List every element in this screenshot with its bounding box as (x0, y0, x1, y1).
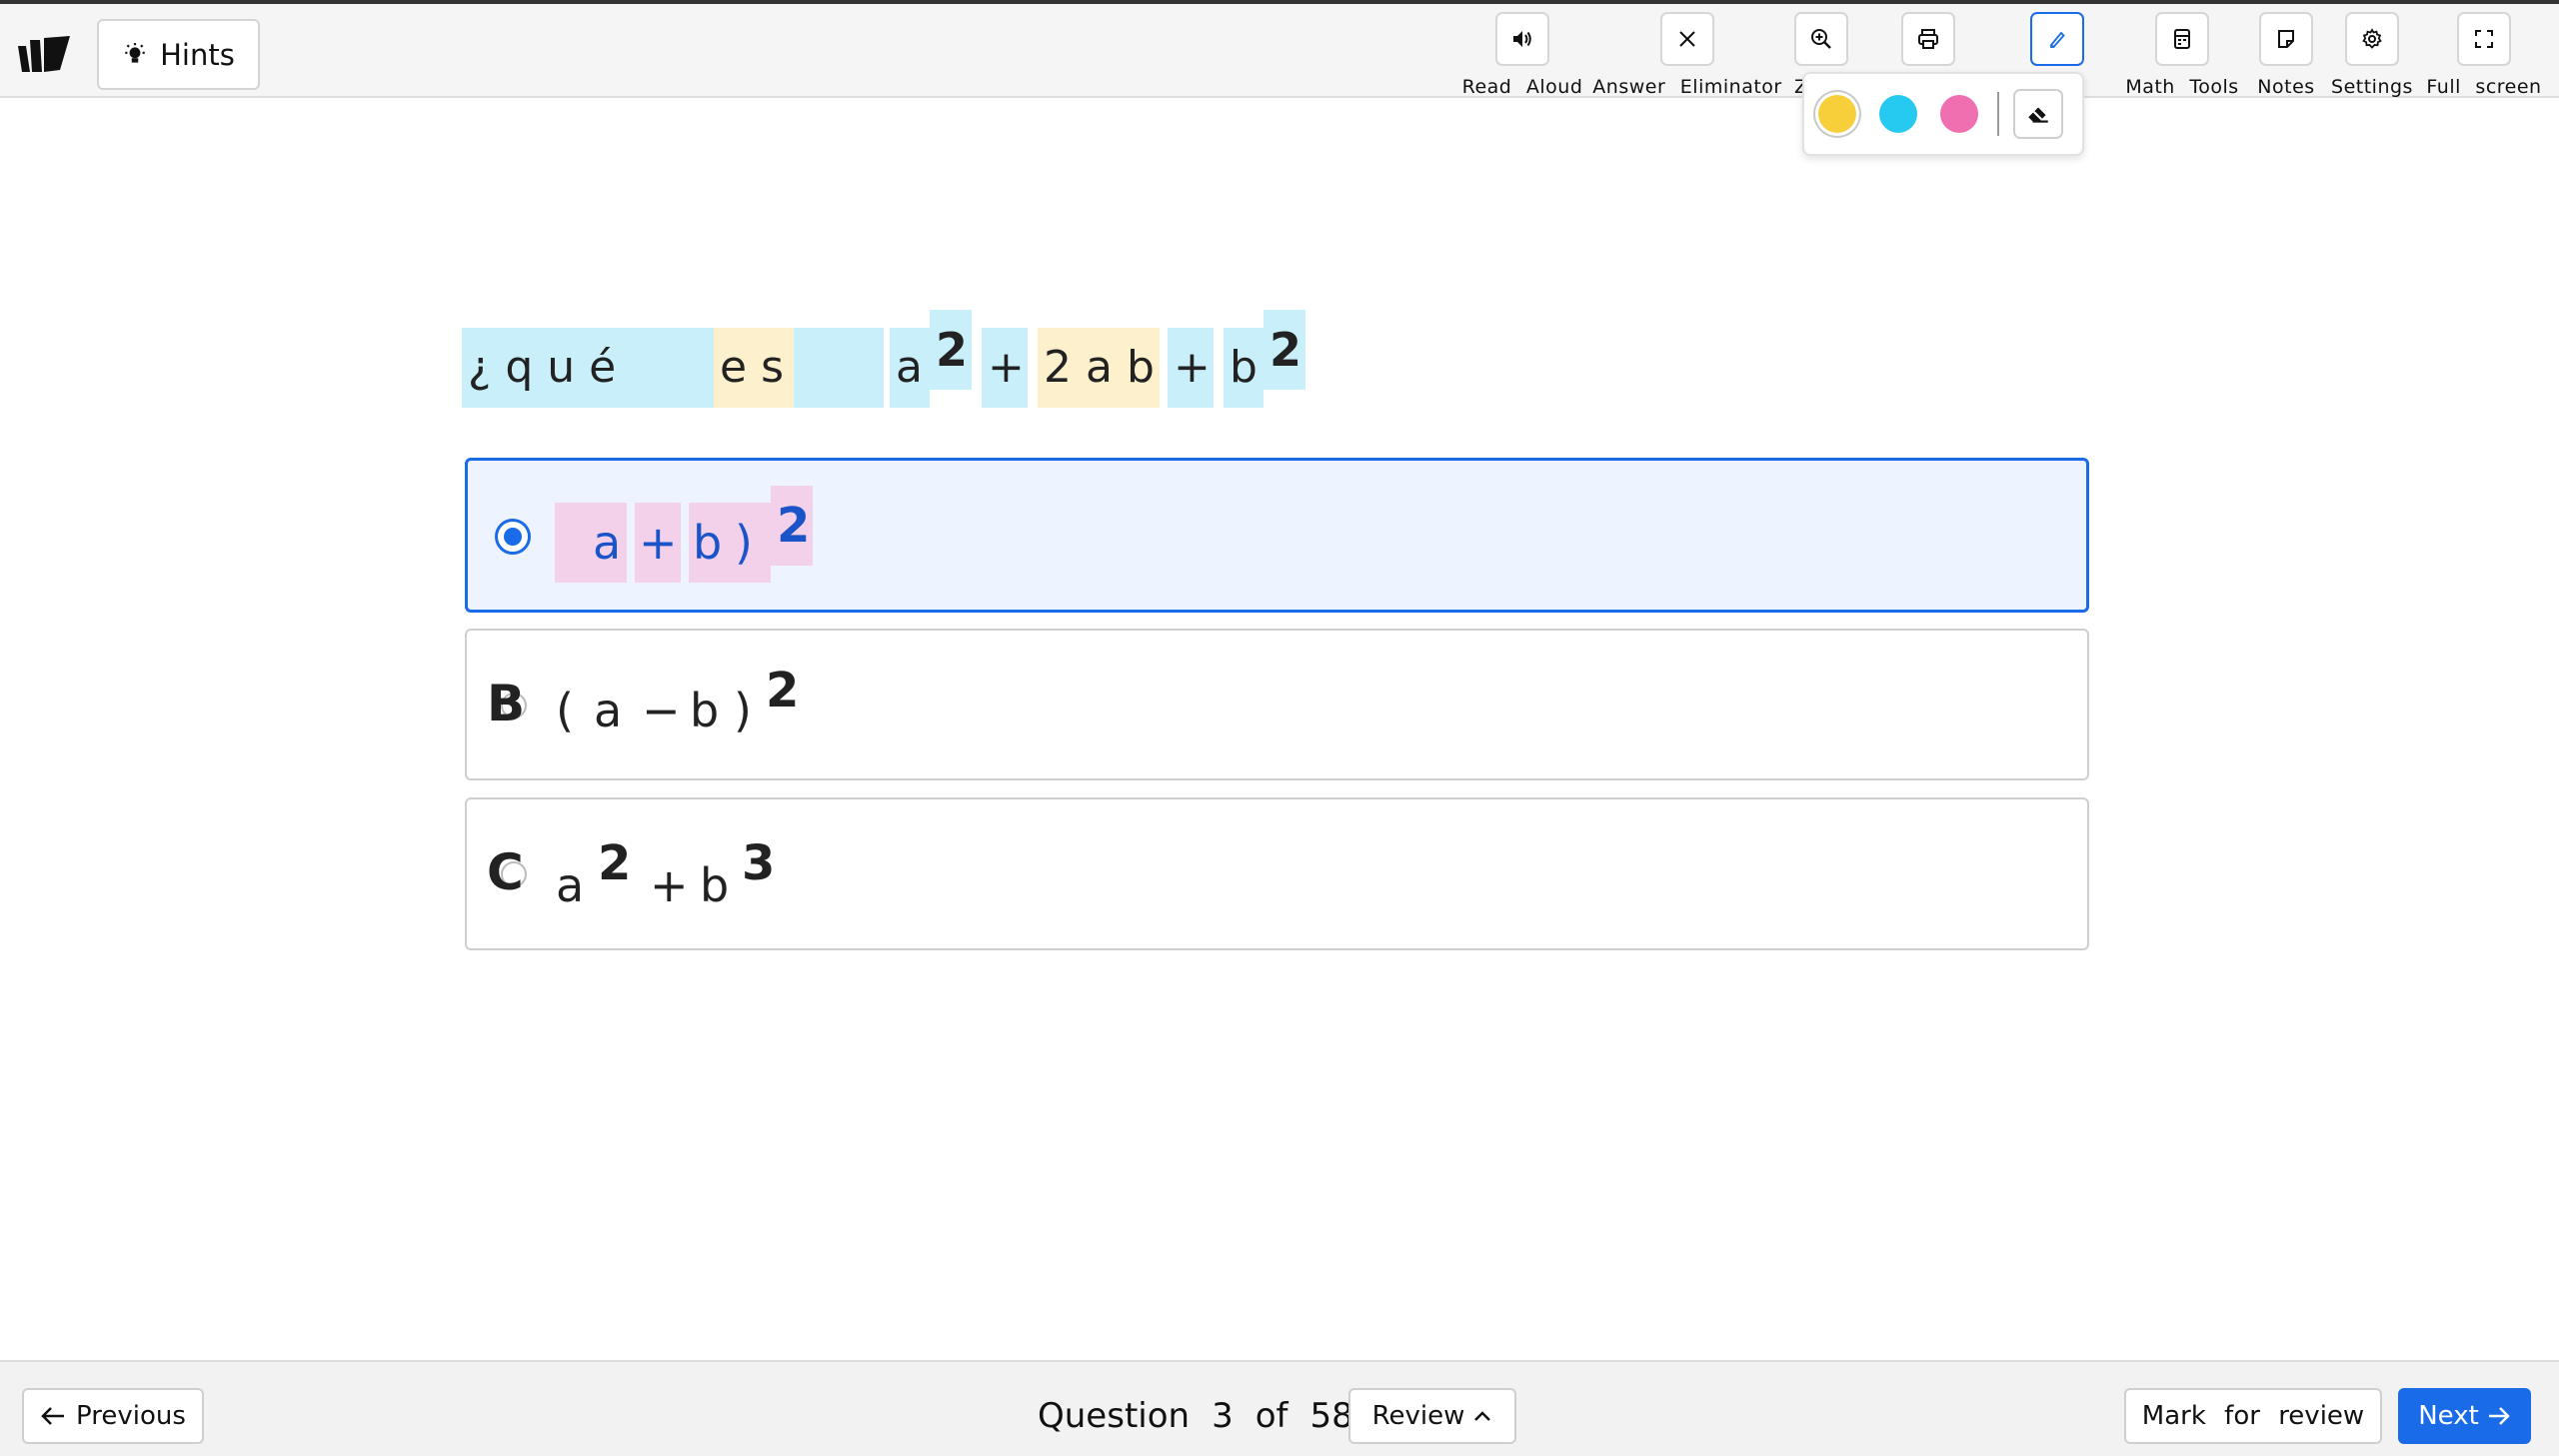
tool-answer-eliminator[interactable]: Answer Eliminator (1592, 12, 1782, 100)
chevron-up-icon (1474, 1411, 1491, 1421)
app-logo-icon (18, 36, 70, 72)
tool-notes[interactable]: Notes (2256, 12, 2316, 100)
pink-color-swatch[interactable] (1940, 95, 1978, 133)
close-x-icon (1679, 31, 1695, 47)
question-word: es (714, 328, 794, 408)
option-exponent: 2 (771, 486, 813, 566)
highlighter-button[interactable] (2030, 12, 2084, 66)
tool-label: Notes (2257, 76, 2315, 98)
option-letter: C (487, 843, 524, 901)
gear-icon (2362, 28, 2382, 49)
answer-option-c[interactable]: C a 2 + b 3 (465, 797, 2089, 950)
total-questions: 58 (1309, 1396, 1353, 1436)
question-operator: + (982, 328, 1028, 408)
speaker-icon (1513, 31, 1531, 47)
mark-for-review-label: Mark for review (2141, 1401, 2365, 1431)
zoom-button[interactable] (1794, 12, 1848, 66)
question-variable: b (1224, 328, 1264, 408)
fullscreen-icon (2475, 30, 2493, 48)
footer-navigation: Previous Question 3 of 58 Review Mark fo… (0, 1360, 2559, 1456)
option-letter: B (487, 675, 526, 732)
of-word: of (1255, 1396, 1288, 1436)
highlighter-icon (2049, 31, 2065, 49)
zoom-in-icon (1811, 29, 1831, 49)
cyan-color-swatch[interactable] (1879, 95, 1917, 133)
selected-radio-icon[interactable] (495, 519, 531, 555)
eraser-icon (2028, 107, 2048, 123)
option-exponent: 3 (742, 835, 776, 891)
tool-math-tools[interactable]: Math Tools (2122, 12, 2242, 100)
question-word: Question (1038, 1396, 1191, 1436)
option-token: b (689, 503, 731, 583)
lightbulb-icon (125, 42, 145, 63)
question-word: ¿qué (462, 328, 714, 408)
calculator-icon (2174, 29, 2190, 49)
answer-eliminator-button[interactable] (1660, 12, 1714, 66)
next-button[interactable]: Next (2398, 1388, 2531, 1444)
next-label: Next (2418, 1401, 2479, 1431)
question-exponent: 2 (1264, 310, 1305, 390)
question-space (794, 328, 884, 408)
tool-label: Answer Eliminator (1592, 76, 1782, 98)
settings-button[interactable] (2345, 12, 2399, 66)
hints-label: Hints (160, 37, 235, 72)
eraser-button[interactable] (2013, 89, 2063, 139)
previous-button[interactable]: Previous (22, 1388, 204, 1444)
question-exponent: 2 (930, 310, 972, 390)
question-variable: a (890, 328, 930, 408)
option-token: ) (731, 503, 771, 583)
print-button[interactable] (1901, 12, 1955, 66)
popover-divider (1997, 92, 1999, 136)
option-token: + (650, 858, 703, 912)
math-tools-button[interactable] (2155, 12, 2209, 66)
question-operator: + (1168, 328, 1214, 408)
note-icon (2278, 30, 2294, 48)
option-token: a (594, 684, 637, 737)
tool-read-aloud[interactable]: Read Aloud (1462, 12, 1582, 100)
tool-settings[interactable]: Settings (2331, 12, 2413, 100)
option-exponent: 2 (598, 835, 632, 891)
question-term: 2ab (1038, 328, 1160, 408)
yellow-color-swatch[interactable] (1818, 95, 1856, 133)
review-button[interactable]: Review (1348, 1388, 1516, 1444)
review-label: Review (1371, 1401, 1465, 1431)
mark-for-review-button[interactable]: Mark for review (2124, 1388, 2382, 1444)
hints-button[interactable]: Hints (97, 19, 260, 90)
notes-button[interactable] (2259, 12, 2313, 66)
printer-icon (1918, 29, 1938, 49)
arrow-left-icon (41, 1407, 65, 1425)
full-screen-button[interactable] (2457, 12, 2511, 66)
tool-label: Math Tools (2125, 76, 2239, 98)
tool-label: Full screen (2426, 76, 2542, 98)
previous-label: Previous (76, 1401, 186, 1431)
tool-label: Settings (2331, 76, 2413, 98)
option-token: b (690, 684, 734, 737)
current-question-number: 3 (1212, 1396, 1234, 1436)
option-token: a (555, 503, 627, 583)
read-aloud-button[interactable] (1495, 12, 1549, 66)
option-token: ( (556, 684, 588, 737)
tool-label: Read Aloud (1461, 76, 1583, 98)
answer-option-b[interactable]: B ( a − b ) 2 (465, 629, 2089, 780)
highlighter-color-popover (1802, 72, 2084, 156)
option-token: + (635, 503, 681, 583)
question-counter: Question 3 of 58 (1038, 1386, 1353, 1446)
tool-full-screen[interactable]: Full screen (2426, 12, 2542, 100)
top-toolbar: Hints Read Aloud Answer Eliminator Z Mat… (0, 0, 2559, 98)
arrow-right-icon (2488, 1407, 2510, 1425)
option-exponent: 2 (766, 663, 800, 719)
answer-option-a[interactable]: ( a + b ) 2 (465, 458, 2089, 613)
